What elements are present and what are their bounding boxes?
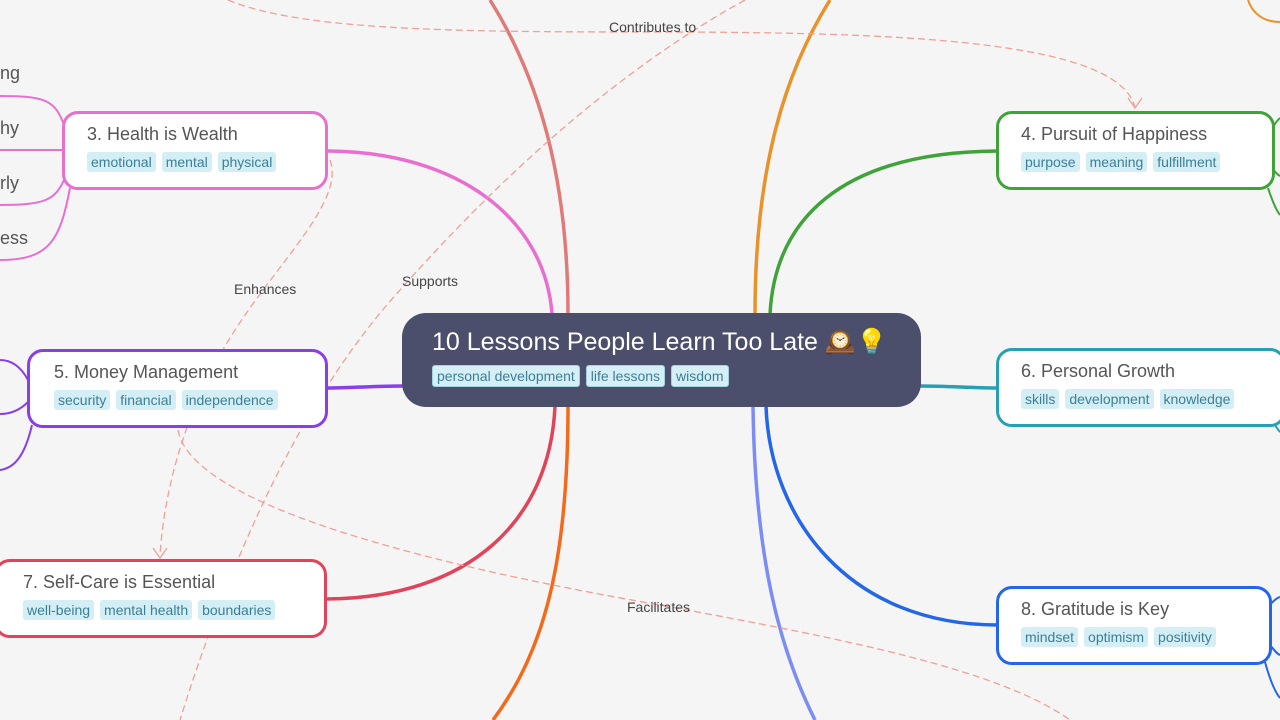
branch-bottom-left <box>491 405 570 720</box>
tag[interactable]: emotional <box>87 152 156 172</box>
tag[interactable]: purpose <box>1021 152 1080 172</box>
tag[interactable]: physical <box>217 152 277 172</box>
topic-self-care-is-essential[interactable]: 7. Self-Care is Essential well-being men… <box>0 559 327 638</box>
tag[interactable]: mental health <box>100 600 193 620</box>
topic-title: 5. Money Management <box>54 362 239 382</box>
tag[interactable]: independence <box>181 390 278 410</box>
topic-tags: purpose meaning fulfillment <box>1021 152 1272 172</box>
leaf-text[interactable]: rly <box>0 173 19 194</box>
tag[interactable]: wisdom <box>671 365 729 387</box>
topic-title: 3. Health is Wealth <box>87 124 238 144</box>
leaf-text[interactable]: ess <box>0 228 28 249</box>
sub-branch <box>0 359 29 381</box>
sub-branch <box>1264 661 1280 699</box>
tag[interactable]: skills <box>1021 389 1060 409</box>
tag[interactable]: financial <box>116 390 176 410</box>
sub-branch <box>0 424 33 471</box>
relationship-label-contributes[interactable]: Contributes to <box>609 19 696 35</box>
tag[interactable]: knowledge <box>1159 389 1235 409</box>
branch-growth <box>919 384 999 390</box>
tag[interactable]: development <box>1065 389 1154 409</box>
tag[interactable]: meaning <box>1085 152 1148 172</box>
topic-title: 8. Gratitude is Key <box>1021 599 1170 619</box>
sub-branch <box>0 401 29 415</box>
branch-bottom-right <box>751 405 817 720</box>
topic-money-management[interactable]: 5. Money Management security financial i… <box>27 349 328 428</box>
topic-tags: security financial independence <box>54 390 325 410</box>
topic-health-is-wealth[interactable]: 3. Health is Wealth emotional mental phy… <box>62 111 328 190</box>
tag[interactable]: boundaries <box>198 600 276 620</box>
tag[interactable]: mindset <box>1021 627 1079 647</box>
sub-branch <box>0 187 71 261</box>
topic-tags: emotional mental physical <box>87 152 325 172</box>
branch-money <box>327 384 405 390</box>
topic-personal-growth[interactable]: 6. Personal Growth skills development kn… <box>996 348 1280 427</box>
tag[interactable]: positivity <box>1154 627 1216 647</box>
branch-selfcare <box>325 405 557 601</box>
root-title: 10 Lessons People Learn Too Late 🕰️💡 <box>432 326 921 358</box>
sub-branch <box>1267 187 1280 216</box>
tag[interactable]: life lessons <box>585 365 666 387</box>
tag[interactable]: fulfillment <box>1153 152 1221 172</box>
tag[interactable]: mental <box>161 152 212 172</box>
root-title-text: 10 Lessons People Learn Too Late <box>432 328 818 356</box>
tag[interactable]: personal development <box>432 365 580 387</box>
leaf-text[interactable]: hy <box>0 118 19 139</box>
topic-tags: skills development knowledge <box>1021 389 1280 409</box>
branch-top-right <box>753 0 832 315</box>
root-topic[interactable]: 10 Lessons People Learn Too Late 🕰️💡 per… <box>402 313 921 407</box>
root-tags: personal development life lessons wisdom <box>432 365 921 387</box>
branch-top-left <box>488 0 570 315</box>
topic-pursuit-of-happiness[interactable]: 4. Pursuit of Happiness purpose meaning … <box>996 111 1275 190</box>
branch-happiness <box>768 149 999 315</box>
clock-lightbulb-icon: 🕰️💡 <box>824 328 888 356</box>
topic-gratitude-is-key[interactable]: 8. Gratitude is Key mindset optimism pos… <box>996 586 1272 665</box>
topic-tags: mindset optimism positivity <box>1021 627 1269 647</box>
relationship-line-contributes[interactable] <box>227 0 1136 109</box>
topic-title: 4. Pursuit of Happiness <box>1021 124 1208 144</box>
sub-branch <box>1247 0 1280 23</box>
tag[interactable]: well-being <box>23 600 95 620</box>
relationship-label-facilitates[interactable]: Facilitates <box>627 599 690 615</box>
leaf-text[interactable]: ng <box>0 63 20 84</box>
branch-health <box>327 149 554 315</box>
tag[interactable]: optimism <box>1084 627 1149 647</box>
relationship-label-supports[interactable]: Supports <box>402 273 458 289</box>
topic-tags: well-being mental health boundaries <box>23 600 324 620</box>
tag[interactable]: security <box>54 390 111 410</box>
branch-gratitude <box>764 405 999 627</box>
relationship-label-enhances[interactable]: Enhances <box>234 281 296 297</box>
topic-title: 6. Personal Growth <box>1021 361 1176 381</box>
topic-title: 7. Self-Care is Essential <box>23 572 216 592</box>
